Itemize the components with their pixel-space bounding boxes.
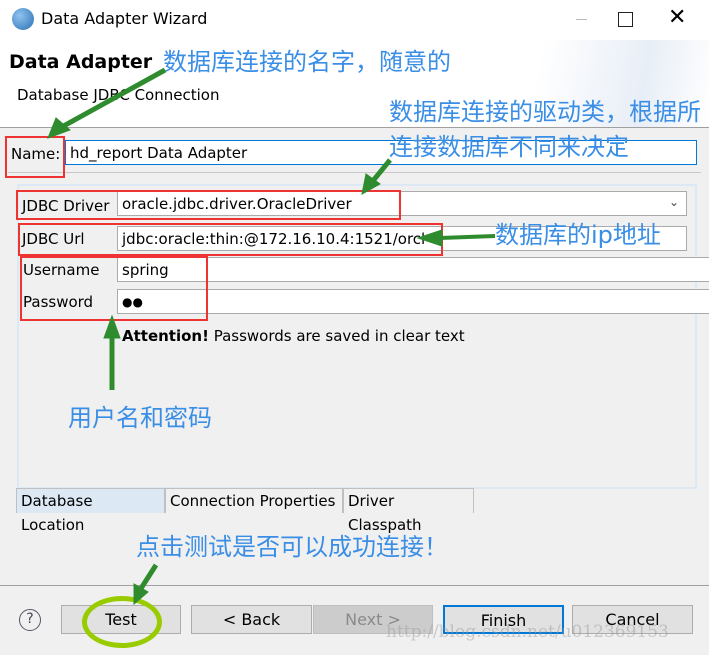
- arrow-icon: [58, 67, 167, 131]
- arrow-icon: [137, 563, 159, 592]
- arrow-icon: [103, 314, 121, 339]
- annotation-arrows: [47, 67, 496, 606]
- arrow-icon: [439, 234, 496, 240]
- arrow-icon: [370, 158, 392, 184]
- arrow-icon: [47, 117, 71, 139]
- arrow-icon: [416, 229, 443, 247]
